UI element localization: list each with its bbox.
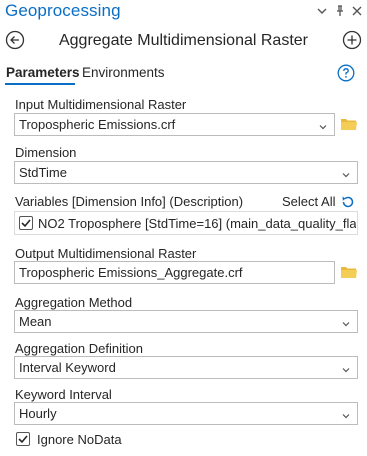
ignore-nodata-checkbox[interactable] xyxy=(16,432,30,446)
dimension-label: Dimension xyxy=(15,145,77,160)
add-icon[interactable] xyxy=(342,30,362,50)
keyword-interval-dropdown[interactable]: Hourly xyxy=(14,402,358,425)
aggregation-definition-dropdown[interactable]: Interval Keyword xyxy=(14,356,358,379)
input-raster-value: Tropospheric Emissions.crf xyxy=(19,117,176,132)
aggregation-method-value: Mean xyxy=(19,314,52,329)
folder-icon[interactable] xyxy=(340,264,358,280)
close-icon[interactable] xyxy=(350,4,364,18)
pane-title: Geoprocessing xyxy=(5,1,121,20)
aggregation-definition-label: Aggregation Definition xyxy=(15,341,143,356)
tool-title: Aggregate Multidimensional Raster xyxy=(58,32,308,49)
tab-strip: Parameters Environments xyxy=(0,62,367,86)
tool-bar: Aggregate Multidimensional Raster xyxy=(0,24,367,54)
dimension-dropdown[interactable]: StdTime xyxy=(14,161,358,184)
tab-parameters[interactable]: Parameters xyxy=(6,65,80,80)
pane-header: Geoprocessing xyxy=(0,0,367,24)
chevron-down-icon[interactable] xyxy=(341,408,351,419)
select-all-link[interactable]: Select All xyxy=(282,194,335,209)
chevron-down-icon[interactable] xyxy=(341,167,351,178)
aggregation-method-label: Aggregation Method xyxy=(15,295,133,310)
chevron-down-icon[interactable] xyxy=(341,362,351,373)
help-icon[interactable] xyxy=(337,64,355,82)
active-tab-indicator xyxy=(5,83,75,85)
variables-label: Variables [Dimension Info] (Description) xyxy=(15,194,244,209)
chevron-down-icon[interactable] xyxy=(315,4,329,18)
output-raster-label: Output Multidimensional Raster xyxy=(15,246,197,261)
ignore-nodata-label: Ignore NoData xyxy=(37,432,122,447)
reset-icon[interactable] xyxy=(340,194,356,210)
variable-checkbox[interactable] xyxy=(19,216,33,230)
chevron-down-icon[interactable] xyxy=(341,316,351,327)
chevron-down-icon[interactable] xyxy=(318,119,328,130)
keyword-interval-label: Keyword Interval xyxy=(15,387,112,402)
variable-item-label: NO2 Troposphere [StdTime=16] (main_data_… xyxy=(38,216,356,231)
input-raster-label: Input Multidimensional Raster xyxy=(15,97,187,112)
aggregation-method-dropdown[interactable]: Mean xyxy=(14,310,358,333)
pin-icon[interactable] xyxy=(333,4,347,18)
dimension-value: StdTime xyxy=(19,165,67,180)
output-raster-value: Tropospheric Emissions_Aggregate.crf xyxy=(19,265,243,280)
output-raster-input[interactable]: Tropospheric Emissions_Aggregate.crf xyxy=(14,261,335,284)
input-raster-combobox[interactable]: Tropospheric Emissions.crf xyxy=(14,113,335,136)
aggregation-definition-value: Interval Keyword xyxy=(19,360,116,375)
folder-icon[interactable] xyxy=(340,116,358,132)
tab-environments[interactable]: Environments xyxy=(82,65,165,80)
variables-list: NO2 Troposphere [StdTime=16] (main_data_… xyxy=(14,211,358,235)
keyword-interval-value: Hourly xyxy=(19,406,57,421)
